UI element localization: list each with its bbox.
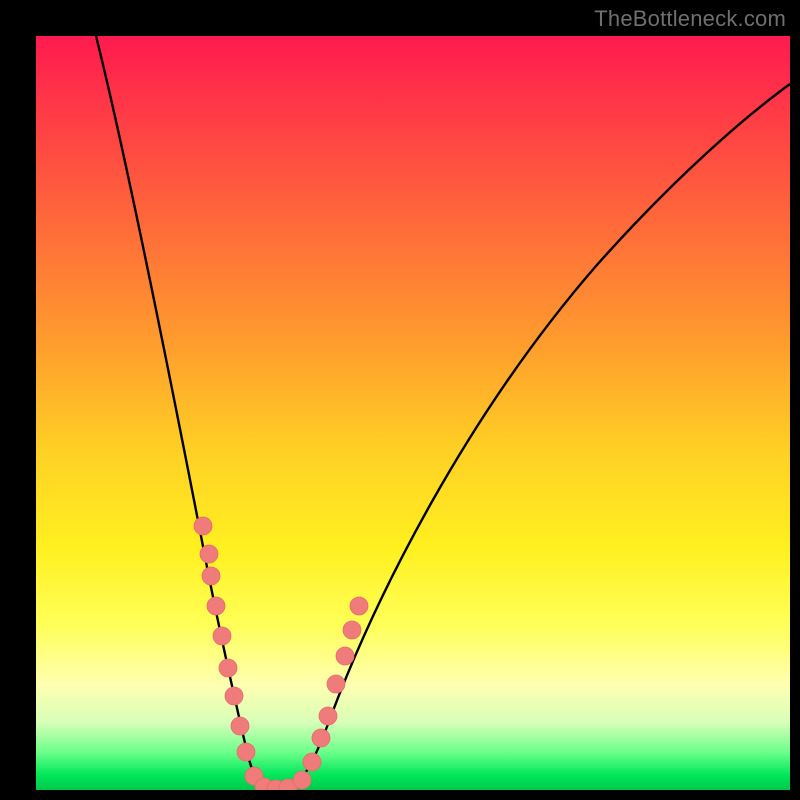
marker-dot xyxy=(293,771,311,789)
marker-dot xyxy=(312,729,330,747)
marker-dot xyxy=(327,675,345,693)
marker-dot xyxy=(231,717,249,735)
marker-dot xyxy=(200,545,218,563)
plot-area xyxy=(36,36,790,790)
marker-dot xyxy=(237,743,255,761)
marker-dot xyxy=(319,707,337,725)
marker-dot xyxy=(225,687,243,705)
marker-dot xyxy=(219,659,237,677)
marker-dot xyxy=(336,647,354,665)
marker-dot xyxy=(207,597,225,615)
marker-group xyxy=(194,517,368,790)
marker-dot xyxy=(343,621,361,639)
marker-dot xyxy=(202,567,220,585)
chart-frame: TheBottleneck.com xyxy=(0,0,800,800)
watermark-label: TheBottleneck.com xyxy=(594,6,786,32)
marker-dot xyxy=(194,517,212,535)
marker-dot xyxy=(213,627,231,645)
curve-layer xyxy=(36,36,790,790)
marker-dot xyxy=(350,597,368,615)
bottleneck-curve xyxy=(96,36,790,789)
marker-dot xyxy=(303,753,321,771)
